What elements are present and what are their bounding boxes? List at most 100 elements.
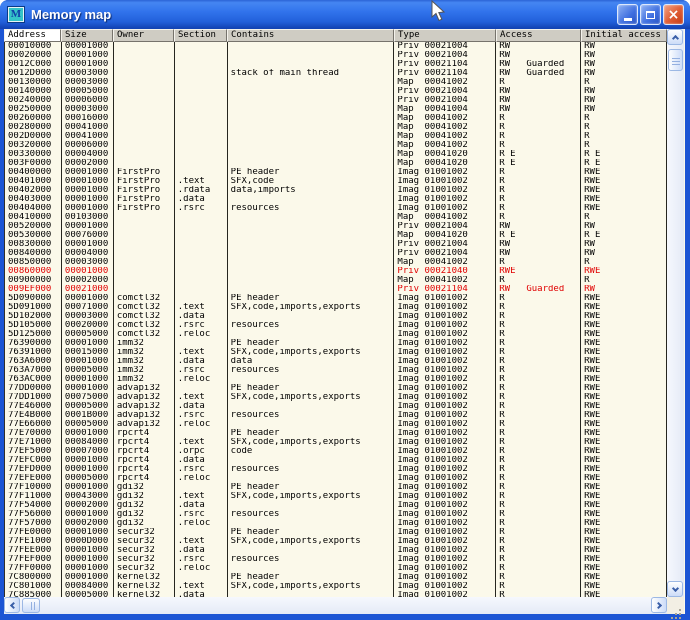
- table-row[interactable]: 009EF00000021000Priv 00021104RW GuardedR…: [5, 285, 667, 294]
- table-row[interactable]: 5D10200000003000comctl32.dataImag 010010…: [5, 312, 667, 321]
- table-row[interactable]: 0002000000001000Priv 00021004RWRW: [5, 51, 667, 60]
- horizontal-scrollbar[interactable]: [4, 597, 667, 614]
- table-row[interactable]: 0014000000005000Priv 00021004RWRW: [5, 87, 667, 96]
- table-row[interactable]: 0028000000041000Map 00041002RR: [5, 123, 667, 132]
- table-row[interactable]: 77E6600000005000advapi32.relocImag 01001…: [5, 420, 667, 429]
- table-row[interactable]: 77F5700000002000gdi32.relocImag 01001002…: [5, 519, 667, 528]
- scroll-down-button[interactable]: [667, 581, 683, 597]
- table-row[interactable]: 763A700000005000imm32.rsrcresourcesImag …: [5, 366, 667, 375]
- table-row[interactable]: 0012D00000003000stack of main threadPriv…: [5, 69, 667, 78]
- table-row[interactable]: 0040100000001000FirstPro.textSFX,codeIma…: [5, 177, 667, 186]
- cell-address: 76390000: [5, 339, 62, 348]
- table-row[interactable]: 0024000000006000Priv 00021004RWRW: [5, 96, 667, 105]
- table-row[interactable]: 5D09100000071000comctl32.textSFX,code,im…: [5, 303, 667, 312]
- cell-initial-access: R E: [581, 231, 667, 240]
- table-row[interactable]: 0090000000002000Map 00041002RR: [5, 276, 667, 285]
- table-row[interactable]: 0001000000001000Priv 00021004RWRW: [5, 42, 667, 51]
- cell-contains: [228, 195, 395, 204]
- table-row[interactable]: 77E7100000084000rpcrt4.textSFX,code,impo…: [5, 438, 667, 447]
- column-header-type[interactable]: Type: [394, 29, 496, 42]
- table-row[interactable]: 77F1100000043000gdi32.textSFX,code,impor…: [5, 492, 667, 501]
- table-row[interactable]: 0086000000001000Priv 00021040RWERWE: [5, 267, 667, 276]
- cell-type: Imag 01001002: [394, 429, 496, 438]
- vertical-scroll-thumb[interactable]: [668, 49, 683, 71]
- table-row[interactable]: 7C80000000001000kernel32PE headerImag 01…: [5, 573, 667, 582]
- table-row[interactable]: 0040000000001000FirstProPE headerImag 01…: [5, 168, 667, 177]
- table-row[interactable]: 77FE10000000D000secur32.textSFX,code,imp…: [5, 537, 667, 546]
- table-row[interactable]: 77FEE00000001000secur32.dataImag 0100100…: [5, 546, 667, 555]
- scroll-left-button[interactable]: [4, 597, 20, 613]
- column-header-contains[interactable]: Contains: [227, 29, 394, 42]
- table-row[interactable]: 0012C00000001000Priv 00021104RW GuardedR…: [5, 60, 667, 69]
- cell-section: .reloc: [175, 375, 228, 384]
- table-row[interactable]: 5D09000000001000comctl32PE headerImag 01…: [5, 294, 667, 303]
- table-row[interactable]: 0052000000001000Priv 00021004RWRW: [5, 222, 667, 231]
- cell-owner: [114, 141, 175, 150]
- column-header-owner[interactable]: Owner: [113, 29, 174, 42]
- table-row[interactable]: 77F5600000001000gdi32.rsrcresourcesImag …: [5, 510, 667, 519]
- table-row[interactable]: 763A600000001000imm32.datadataImag 01001…: [5, 357, 667, 366]
- table-row[interactable]: 0032000000006000Map 00041002RR: [5, 141, 667, 150]
- cell-type: Priv 00021004: [394, 42, 496, 51]
- cell-initial-access: RWE: [581, 429, 667, 438]
- table-row[interactable]: 77E4600000005000advapi32.dataImag 010010…: [5, 402, 667, 411]
- horizontal-scroll-thumb[interactable]: [22, 598, 40, 613]
- cell-initial-access: RWE: [581, 339, 667, 348]
- scroll-right-button[interactable]: [651, 597, 667, 613]
- table-row[interactable]: 77EF500000007000rpcrt4.orpccodeImag 0100…: [5, 447, 667, 456]
- table-row[interactable]: 7639000000001000imm32PE headerImag 01001…: [5, 339, 667, 348]
- table-row[interactable]: 77FF000000001000secur32.relocImag 010010…: [5, 564, 667, 573]
- cell-initial-access: RWE: [581, 294, 667, 303]
- cell-address: 77DD1000: [5, 393, 62, 402]
- cell-section: .text: [175, 348, 228, 357]
- vertical-scrollbar[interactable]: [667, 29, 684, 597]
- table-row[interactable]: 77E7000000001000rpcrt4PE headerImag 0100…: [5, 429, 667, 438]
- table-row[interactable]: 0083000000001000Priv 00021004RWRW: [5, 240, 667, 249]
- minimize-button[interactable]: [617, 4, 638, 25]
- table-row[interactable]: 0025000000003000Map 00041004RWRW: [5, 105, 667, 114]
- table-row[interactable]: 77FEF00000001000secur32.rsrcresourcesIma…: [5, 555, 667, 564]
- table-row[interactable]: 5D12500000005000comctl32.relocImag 01001…: [5, 330, 667, 339]
- close-button[interactable]: ×: [663, 4, 684, 25]
- table-row[interactable]: 77FE000000001000secur32PE headerImag 010…: [5, 528, 667, 537]
- table-row[interactable]: 0040300000001000FirstPro.dataImag 010010…: [5, 195, 667, 204]
- table-row[interactable]: 77E4B0000001B000advapi32.rsrcresourcesIm…: [5, 411, 667, 420]
- column-header-access[interactable]: Access: [496, 29, 581, 42]
- table-row[interactable]: 0026000000016000Map 00041002RR: [5, 114, 667, 123]
- resize-grip[interactable]: [679, 609, 681, 611]
- table-row[interactable]: 0084000000004000Priv 00021004RWRW: [5, 249, 667, 258]
- table-row[interactable]: 77EFD00000001000rpcrt4.rsrcresourcesImag…: [5, 465, 667, 474]
- column-header-size[interactable]: Size: [61, 29, 113, 42]
- table-row[interactable]: 0033000000004000Map 00041020R ER E: [5, 150, 667, 159]
- table-row[interactable]: 77F5400000002000gdi32.dataImag 01001002R…: [5, 501, 667, 510]
- maximize-button[interactable]: [640, 4, 661, 25]
- cell-access: R: [496, 411, 581, 420]
- table-row[interactable]: 003F000000002000Map 00041020R ER E: [5, 159, 667, 168]
- column-header-initial-access[interactable]: Initial access: [581, 29, 667, 42]
- scroll-up-button[interactable]: [667, 29, 683, 45]
- table-row[interactable]: 0013000000003000Map 00041002RR: [5, 78, 667, 87]
- table-row[interactable]: 5D10500000020000comctl32.rsrcresourcesIm…: [5, 321, 667, 330]
- table-row[interactable]: 7639100000015000imm32.textSFX,code,impor…: [5, 348, 667, 357]
- column-header-section[interactable]: Section: [174, 29, 227, 42]
- table-row[interactable]: 002D000000041000Map 00041002RR: [5, 132, 667, 141]
- table-row[interactable]: 77EFC00000001000rpcrt4.dataImag 01001002…: [5, 456, 667, 465]
- ollydbg-window-icon[interactable]: M: [8, 7, 24, 22]
- cell-owner: comctl32: [114, 312, 175, 321]
- table-row[interactable]: 763AC00000001000imm32.relocImag 01001002…: [5, 375, 667, 384]
- title-bar[interactable]: M Memory map ×: [0, 0, 690, 29]
- table-row[interactable]: 0085000000003000Map 00041002RR: [5, 258, 667, 267]
- column-header-address[interactable]: Address: [4, 29, 61, 42]
- table-row[interactable]: 77DD100000075000advapi32.textSFX,code,im…: [5, 393, 667, 402]
- table-row[interactable]: 0040200000001000FirstPro.rdatadata,impor…: [5, 186, 667, 195]
- table-row[interactable]: 7C80100000084000kernel32.textSFX,code,im…: [5, 582, 667, 591]
- table-row[interactable]: 77F1000000001000gdi32PE headerImag 01001…: [5, 483, 667, 492]
- table-row[interactable]: 0041000000103000Map 00041002RR: [5, 213, 667, 222]
- table-row[interactable]: 0040400000001000FirstPro.rsrcresourcesIm…: [5, 204, 667, 213]
- table-row[interactable]: 0053000000076000Map 00041020R ER E: [5, 231, 667, 240]
- cell-section: [175, 528, 228, 537]
- window-title: Memory map: [31, 7, 111, 22]
- table-row[interactable]: 77EFE00000005000rpcrt4.relocImag 0100100…: [5, 474, 667, 483]
- cell-type: Map 00041020: [394, 159, 496, 168]
- table-row[interactable]: 77DD000000001000advapi32PE headerImag 01…: [5, 384, 667, 393]
